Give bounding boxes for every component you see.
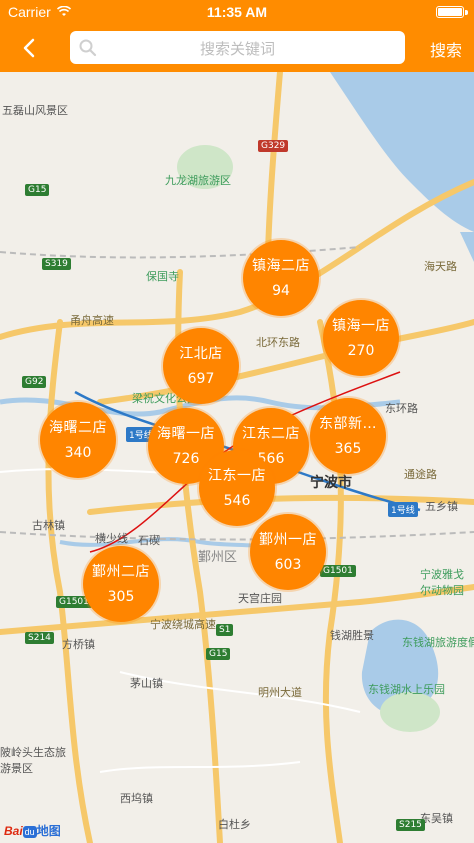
cluster-name: 鄞州一店: [259, 532, 317, 548]
cluster-count: 603: [274, 557, 302, 573]
cluster-count: 270: [347, 343, 375, 359]
map-label-hengsi: 横少线: [95, 532, 128, 545]
map-view[interactable]: 五磊山风景区 九龙湖旅游区 保国寺 梁祝文化公园 宁波市 鄞州区 天宫庄园 古林…: [0, 72, 474, 843]
map-label-yazoo: 宁波雅戈尔动物园: [420, 568, 464, 597]
map-label-dongwu: 东吴镇: [420, 812, 453, 825]
store-cluster[interactable]: 镇海二店 94: [243, 240, 319, 316]
cluster-name: 东部新…: [319, 416, 377, 432]
baidu-map-logo: Bai du 地图: [4, 824, 61, 838]
cluster-name: 海曙一店: [157, 426, 215, 442]
road-shield: G329: [258, 140, 289, 152]
map-label-fangqiao: 方桥镇: [62, 638, 95, 651]
map-label-maoshan: 茅山镇: [130, 677, 163, 690]
navigation-bar: Carrier 11:35 AM 搜索关键词 搜索: [0, 0, 474, 72]
map-label-scenic: 陂岭头生态旅游景区: [0, 746, 66, 775]
search-placeholder: 搜索关键词: [199, 40, 275, 58]
map-label-dongqianhu2: 东钱湖水上乐园: [368, 683, 445, 696]
cluster-name: 江北店: [179, 346, 223, 362]
map-label-tiangong: 天宫庄园: [238, 592, 282, 605]
cluster-count: 340: [64, 445, 92, 461]
store-cluster[interactable]: 镇海一店 270: [323, 300, 399, 376]
cluster-count: 305: [107, 589, 135, 605]
store-cluster[interactable]: 江北店 697: [163, 328, 239, 404]
map-label-dongqianhu: 东钱湖旅游度假区: [402, 636, 474, 649]
map-label-guliu: 古林镇: [32, 519, 65, 532]
map-label-ningbo: 宁波市: [310, 475, 352, 491]
map-label-xiwu: 西坞镇: [120, 792, 153, 805]
map-label-road-highway: 宁波绕城高速: [150, 618, 216, 631]
map-label-road-yongzhou: 甬舟高速: [70, 314, 114, 327]
store-cluster[interactable]: 江东一店 546: [199, 450, 275, 526]
road-shield: G15: [206, 648, 231, 660]
cluster-name: 镇海二店: [252, 258, 310, 274]
map-label-road-mingzhou: 明州大道: [258, 686, 302, 699]
store-cluster[interactable]: 鄞州一店 603: [250, 514, 326, 590]
cluster-name: 鄞州二店: [92, 564, 150, 580]
status-time: 11:35 AM: [206, 4, 268, 20]
map-label-road-tongtu: 通途路: [404, 468, 437, 481]
road-shield: S215: [396, 819, 425, 831]
road-shield: S1: [216, 624, 234, 636]
store-cluster[interactable]: 鄞州二店 305: [83, 546, 159, 622]
road-shield: S214: [25, 632, 54, 644]
road-shield: S319: [42, 258, 71, 270]
cluster-name: 江东一店: [208, 468, 266, 484]
metro-line-label: 1号线: [388, 502, 418, 517]
cluster-name: 江东二店: [242, 426, 300, 442]
cluster-count: 697: [187, 371, 215, 387]
search-input[interactable]: 搜索关键词: [70, 31, 405, 64]
map-label-qianhu: 钱湖胜景: [330, 629, 374, 642]
cluster-name: 海曙二店: [49, 420, 107, 436]
map-label-yinzhou: 鄞州区: [198, 550, 238, 565]
map-label-baoguosi: 保国寺: [146, 270, 179, 283]
road-shield: G15: [25, 184, 50, 196]
map-label-donghuan: 东环路: [385, 402, 418, 415]
cluster-count: 546: [223, 493, 251, 509]
map-label-road-haitian: 海天路: [424, 260, 457, 273]
map-label-wuleishan: 五磊山风景区: [2, 104, 68, 117]
store-cluster[interactable]: 海曙二店 340: [40, 402, 116, 478]
road-shield: G92: [22, 376, 47, 388]
store-cluster[interactable]: 东部新… 365: [310, 398, 386, 474]
cluster-count: 94: [272, 283, 290, 299]
map-label-baishu: 白杜乡: [218, 818, 251, 831]
map-label-wuxiang: 五乡镇: [425, 500, 458, 513]
search-button[interactable]: 搜索: [430, 37, 462, 61]
battery-icon: [436, 6, 468, 18]
map-label-road-north: 北环东路: [256, 336, 300, 349]
status-bar: Carrier 11:35 AM: [0, 0, 474, 24]
cluster-name: 镇海一店: [332, 318, 390, 334]
map-label-jiulonghu: 九龙湖旅游区: [165, 174, 231, 187]
map-label-shimen: 石碶: [138, 534, 160, 547]
cluster-count: 365: [334, 441, 362, 457]
back-arrow-icon[interactable]: [16, 34, 44, 62]
